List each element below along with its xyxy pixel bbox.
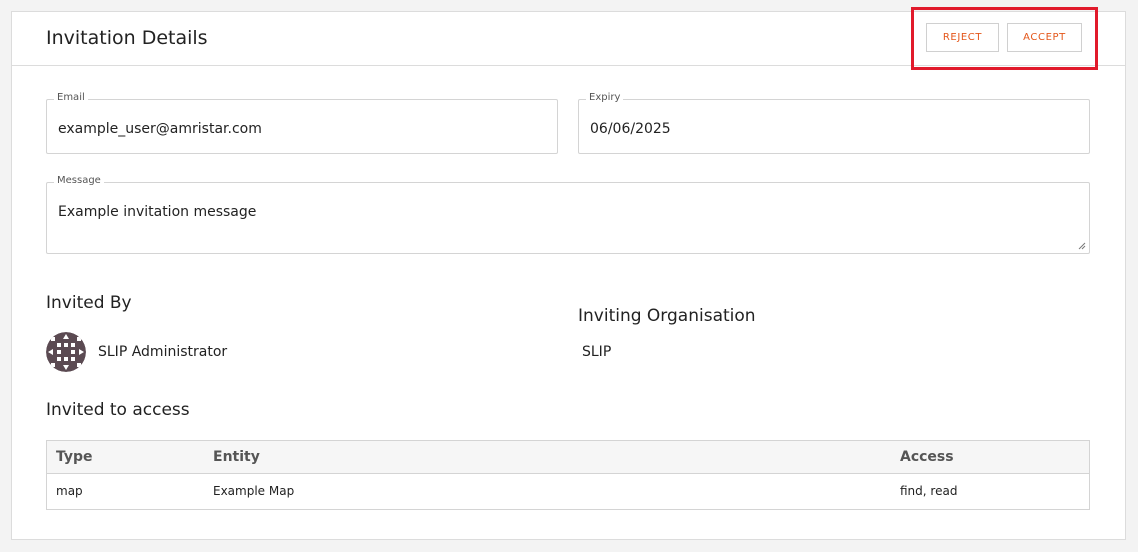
column-header-entity[interactable]: Entity — [213, 449, 260, 465]
message-field[interactable]: Message Example invitation message — [46, 175, 1090, 254]
message-value: Example invitation message — [58, 204, 257, 220]
inviter-name: SLIP Administrator — [98, 344, 228, 360]
resize-grip-icon[interactable] — [1078, 242, 1086, 250]
expiry-value: 06/06/2025 — [590, 121, 671, 137]
card-header: Invitation Details REJECT ACCEPT — [12, 7, 1125, 70]
cell-type: map — [56, 484, 83, 498]
expiry-field[interactable]: Expiry 06/06/2025 — [578, 92, 1090, 154]
organisation-name: SLIP — [582, 344, 612, 360]
invitation-card: Invitation Details REJECT ACCEPT Email e… — [11, 7, 1126, 540]
message-label: Message — [54, 175, 104, 186]
email-field[interactable]: Email example_user@amristar.com — [46, 92, 558, 154]
geometric-avatar-icon — [46, 332, 86, 372]
reject-button[interactable]: REJECT — [926, 23, 999, 52]
invited-to-access-heading: Invited to access — [46, 400, 190, 420]
access-table: Type Entity Access map Example Map find,… — [46, 440, 1090, 510]
column-header-access[interactable]: Access — [900, 449, 954, 465]
email-label: Email — [54, 92, 88, 103]
accept-button[interactable]: ACCEPT — [1007, 23, 1082, 52]
cell-access: find, read — [900, 484, 958, 498]
expiry-label: Expiry — [586, 92, 624, 103]
invited-by-heading: Invited By — [46, 293, 132, 313]
page-title: Invitation Details — [46, 27, 208, 49]
column-header-type[interactable]: Type — [56, 449, 93, 465]
email-value: example_user@amristar.com — [58, 121, 262, 137]
inviting-organisation-heading: Inviting Organisation — [578, 306, 756, 326]
cell-entity: Example Map — [213, 484, 295, 498]
table-header: Type Entity Access — [47, 441, 1089, 474]
